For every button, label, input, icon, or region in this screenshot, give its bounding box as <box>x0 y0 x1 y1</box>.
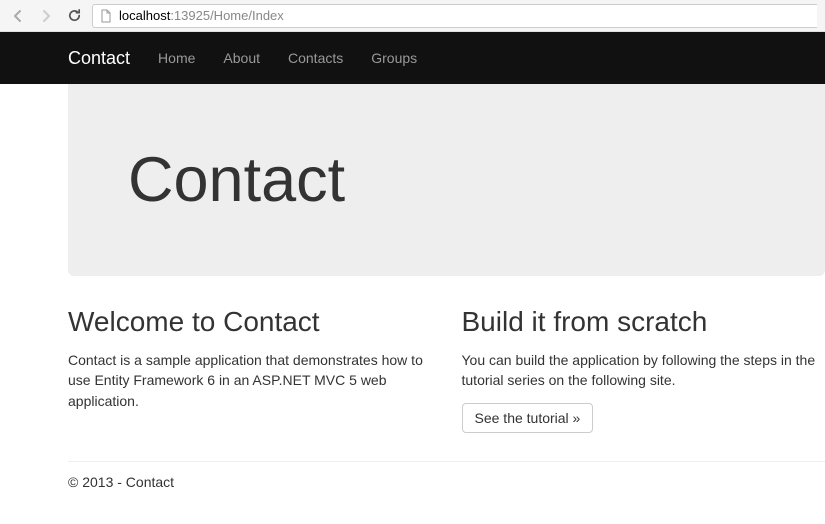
navbar-brand[interactable]: Contact <box>68 48 130 69</box>
left-body: Contact is a sample application that dem… <box>68 350 432 411</box>
url-host: localhost <box>119 8 170 23</box>
nav-home[interactable]: Home <box>158 50 195 66</box>
page-icon <box>99 9 113 23</box>
right-heading: Build it from scratch <box>462 306 825 338</box>
nav-groups[interactable]: Groups <box>371 50 417 66</box>
jumbotron: Contact <box>68 84 825 276</box>
arrow-left-icon <box>10 8 26 24</box>
jumbotron-title: Contact <box>128 144 765 216</box>
column-left: Welcome to Contact Contact is a sample a… <box>68 306 432 433</box>
back-button[interactable] <box>8 6 28 26</box>
navbar: Contact Home About Contacts Groups <box>0 32 825 84</box>
address-bar[interactable]: localhost:13925/Home/Index <box>92 4 817 28</box>
url-path: :13925/Home/Index <box>170 8 283 23</box>
reload-button[interactable] <box>64 6 84 26</box>
url-text: localhost:13925/Home/Index <box>119 8 284 23</box>
footer-text: © 2013 - Contact <box>68 474 825 500</box>
left-heading: Welcome to Contact <box>68 306 432 338</box>
reload-icon <box>67 8 82 23</box>
nav-about[interactable]: About <box>223 50 260 66</box>
browser-toolbar: localhost:13925/Home/Index <box>0 0 825 32</box>
forward-button[interactable] <box>36 6 56 26</box>
arrow-right-icon <box>38 8 54 24</box>
nav-contacts[interactable]: Contacts <box>288 50 343 66</box>
content-row: Welcome to Contact Contact is a sample a… <box>68 306 825 433</box>
divider <box>68 461 825 462</box>
right-body: You can build the application by followi… <box>462 350 825 391</box>
page-container: Contact Welcome to Contact Contact is a … <box>0 84 825 500</box>
column-right: Build it from scratch You can build the … <box>462 306 825 433</box>
tutorial-button[interactable]: See the tutorial » <box>462 403 594 433</box>
